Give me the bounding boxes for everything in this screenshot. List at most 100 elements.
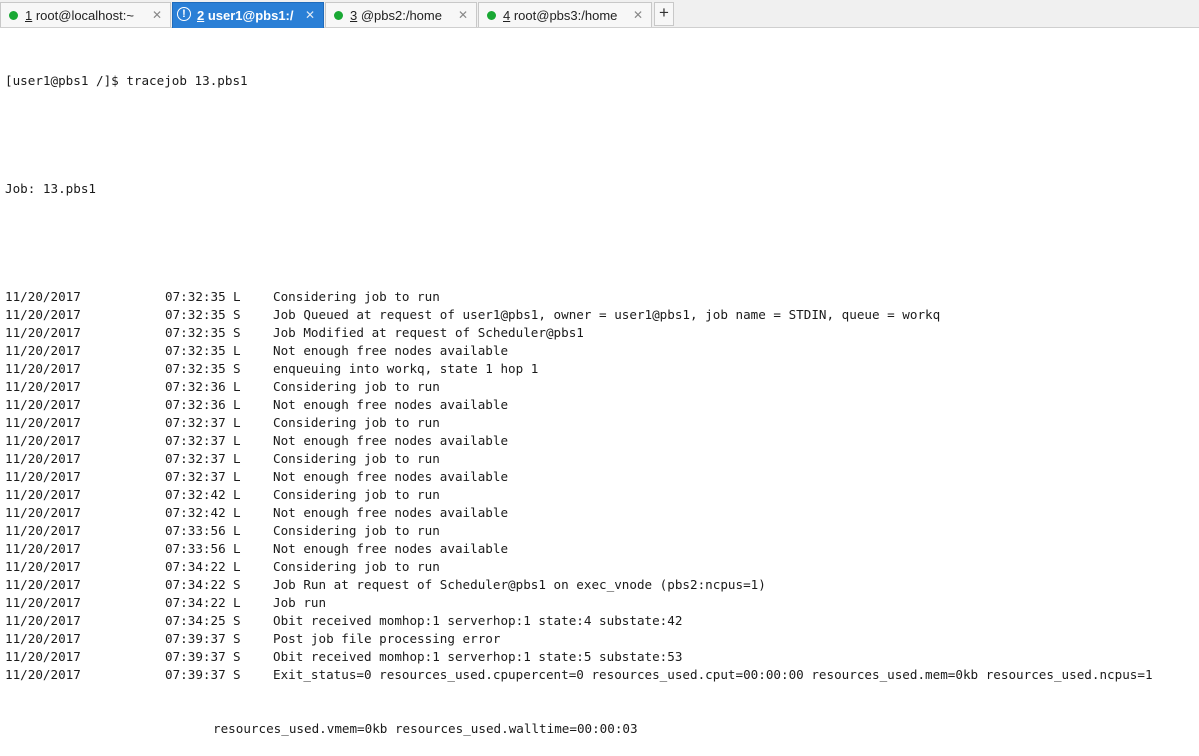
entry-type: L: [233, 522, 273, 540]
entry-time: 07:32:37: [165, 414, 233, 432]
entry-type: L: [233, 486, 273, 504]
entry-time: 07:32:35: [165, 306, 233, 324]
trace-line: 11/20/201707:32:37LConsidering job to ru…: [5, 414, 1199, 432]
entry-message: Job Run at request of Scheduler@pbs1 on …: [273, 577, 766, 592]
trace-line: 11/20/201707:32:35SJob Queued at request…: [5, 306, 1199, 324]
entry-message: Considering job to run: [273, 559, 440, 574]
entry-type: L: [233, 396, 273, 414]
close-icon[interactable]: ✕: [305, 8, 315, 22]
entry-type: S: [233, 576, 273, 594]
tab-label: @pbs2:/home: [357, 8, 442, 23]
close-icon[interactable]: ✕: [633, 8, 643, 22]
entry-time: 07:39:37: [165, 648, 233, 666]
connected-status-icon: [487, 11, 496, 20]
entry-date: 11/20/2017: [5, 648, 165, 666]
entry-time: 07:34:22: [165, 594, 233, 612]
entry-time: 07:32:37: [165, 432, 233, 450]
trace-line: 11/20/201707:33:56LConsidering job to ru…: [5, 522, 1199, 540]
entry-type: L: [233, 288, 273, 306]
trace-line: 11/20/201707:39:37SPost job file process…: [5, 630, 1199, 648]
entry-message: Considering job to run: [273, 487, 440, 502]
entry-date: 11/20/2017: [5, 558, 165, 576]
entry-date: 11/20/2017: [5, 414, 165, 432]
entry-message: Job Modified at request of Scheduler@pbs…: [273, 325, 584, 340]
entry-message: Considering job to run: [273, 415, 440, 430]
entry-date: 11/20/2017: [5, 288, 165, 306]
entry-date: 11/20/2017: [5, 630, 165, 648]
entry-message: Considering job to run: [273, 451, 440, 466]
entry-message: Not enough free nodes available: [273, 343, 508, 358]
entry-type: L: [233, 450, 273, 468]
entry-date: 11/20/2017: [5, 432, 165, 450]
close-icon[interactable]: ✕: [458, 8, 468, 22]
prompt-line: [user1@pbs1 /]$ tracejob 13.pbs1: [5, 72, 1199, 90]
entry-message: Obit received momhop:1 serverhop:1 state…: [273, 613, 682, 628]
entry-message: Not enough free nodes available: [273, 505, 508, 520]
trace-line: 11/20/201707:32:42LNot enough free nodes…: [5, 504, 1199, 522]
trace-line: 11/20/201707:34:22LConsidering job to ru…: [5, 558, 1199, 576]
entry-message: Not enough free nodes available: [273, 469, 508, 484]
entry-message: Obit received momhop:1 serverhop:1 state…: [273, 649, 682, 664]
entry-type: L: [233, 414, 273, 432]
entry-time: 07:32:35: [165, 288, 233, 306]
entry-time: 07:32:35: [165, 360, 233, 378]
entry-date: 11/20/2017: [5, 504, 165, 522]
terminal-output[interactable]: [user1@pbs1 /]$ tracejob 13.pbs1 Job: 13…: [5, 36, 1199, 524]
entry-date: 11/20/2017: [5, 576, 165, 594]
entry-type: S: [233, 612, 273, 630]
entry-message: Job Queued at request of user1@pbs1, own…: [273, 307, 940, 322]
entry-date: 11/20/2017: [5, 468, 165, 486]
trace-line: 11/20/201707:34:22LJob run: [5, 594, 1199, 612]
trace-line: 11/20/201707:33:56LNot enough free nodes…: [5, 540, 1199, 558]
close-icon[interactable]: ✕: [152, 8, 162, 22]
entry-date: 11/20/2017: [5, 612, 165, 630]
entry-message: Considering job to run: [273, 289, 440, 304]
trace-line: 11/20/201707:32:37LNot enough free nodes…: [5, 432, 1199, 450]
trace-entries: 11/20/201707:32:35LConsidering job to ru…: [5, 288, 1199, 684]
tab-label: root@pbs3:/home: [510, 8, 617, 23]
entry-message: Job run: [273, 595, 326, 610]
entry-time: 07:33:56: [165, 540, 233, 558]
tab-4[interactable]: 4 root@pbs3:/home ✕: [478, 2, 652, 27]
entry-time: 07:32:36: [165, 396, 233, 414]
tab-1[interactable]: 1 root@localhost:~ ✕: [0, 2, 171, 27]
entry-date: 11/20/2017: [5, 396, 165, 414]
entry-date: 11/20/2017: [5, 486, 165, 504]
entry-time: 07:32:35: [165, 324, 233, 342]
entry-type: S: [233, 324, 273, 342]
entry-time: 07:32:35: [165, 342, 233, 360]
entry-time: 07:32:37: [165, 468, 233, 486]
connected-status-icon: [334, 11, 343, 20]
entry-date: 11/20/2017: [5, 306, 165, 324]
new-tab-button[interactable]: +: [654, 2, 674, 26]
entry-time: 07:32:37: [165, 450, 233, 468]
entry-date: 11/20/2017: [5, 360, 165, 378]
entry-type: S: [233, 360, 273, 378]
entry-date: 11/20/2017: [5, 450, 165, 468]
entry-message: enqueuing into workq, state 1 hop 1: [273, 361, 538, 376]
trace-line: 11/20/201707:39:37SObit received momhop:…: [5, 648, 1199, 666]
entry-time: 07:34:22: [165, 558, 233, 576]
entry-type: L: [233, 594, 273, 612]
connected-status-icon: [9, 11, 18, 20]
entry-type: L: [233, 468, 273, 486]
trace-line: 11/20/201707:34:25SObit received momhop:…: [5, 612, 1199, 630]
entry-type: L: [233, 504, 273, 522]
entry-date: 11/20/2017: [5, 378, 165, 396]
tab-3[interactable]: 3 @pbs2:/home ✕: [325, 2, 477, 27]
entry-date: 11/20/2017: [5, 594, 165, 612]
entry-message: Considering job to run: [273, 523, 440, 538]
entry-message: Not enough free nodes available: [273, 433, 508, 448]
trace-line: 11/20/201707:32:36LNot enough free nodes…: [5, 396, 1199, 414]
trace-line: 11/20/201707:32:35LNot enough free nodes…: [5, 342, 1199, 360]
entry-message: Not enough free nodes available: [273, 541, 508, 556]
entry-time: 07:32:42: [165, 504, 233, 522]
trace-line: 11/20/201707:32:36LConsidering job to ru…: [5, 378, 1199, 396]
entry-message: Post job file processing error: [273, 631, 500, 646]
entry-time: 07:39:37: [165, 666, 233, 684]
entry-date: 11/20/2017: [5, 666, 165, 684]
entry-date: 11/20/2017: [5, 342, 165, 360]
entry-type: S: [233, 630, 273, 648]
tab-label: user1@pbs1:/: [204, 8, 293, 23]
tab-2[interactable]: ! 2 user1@pbs1:/ ✕: [172, 2, 324, 28]
